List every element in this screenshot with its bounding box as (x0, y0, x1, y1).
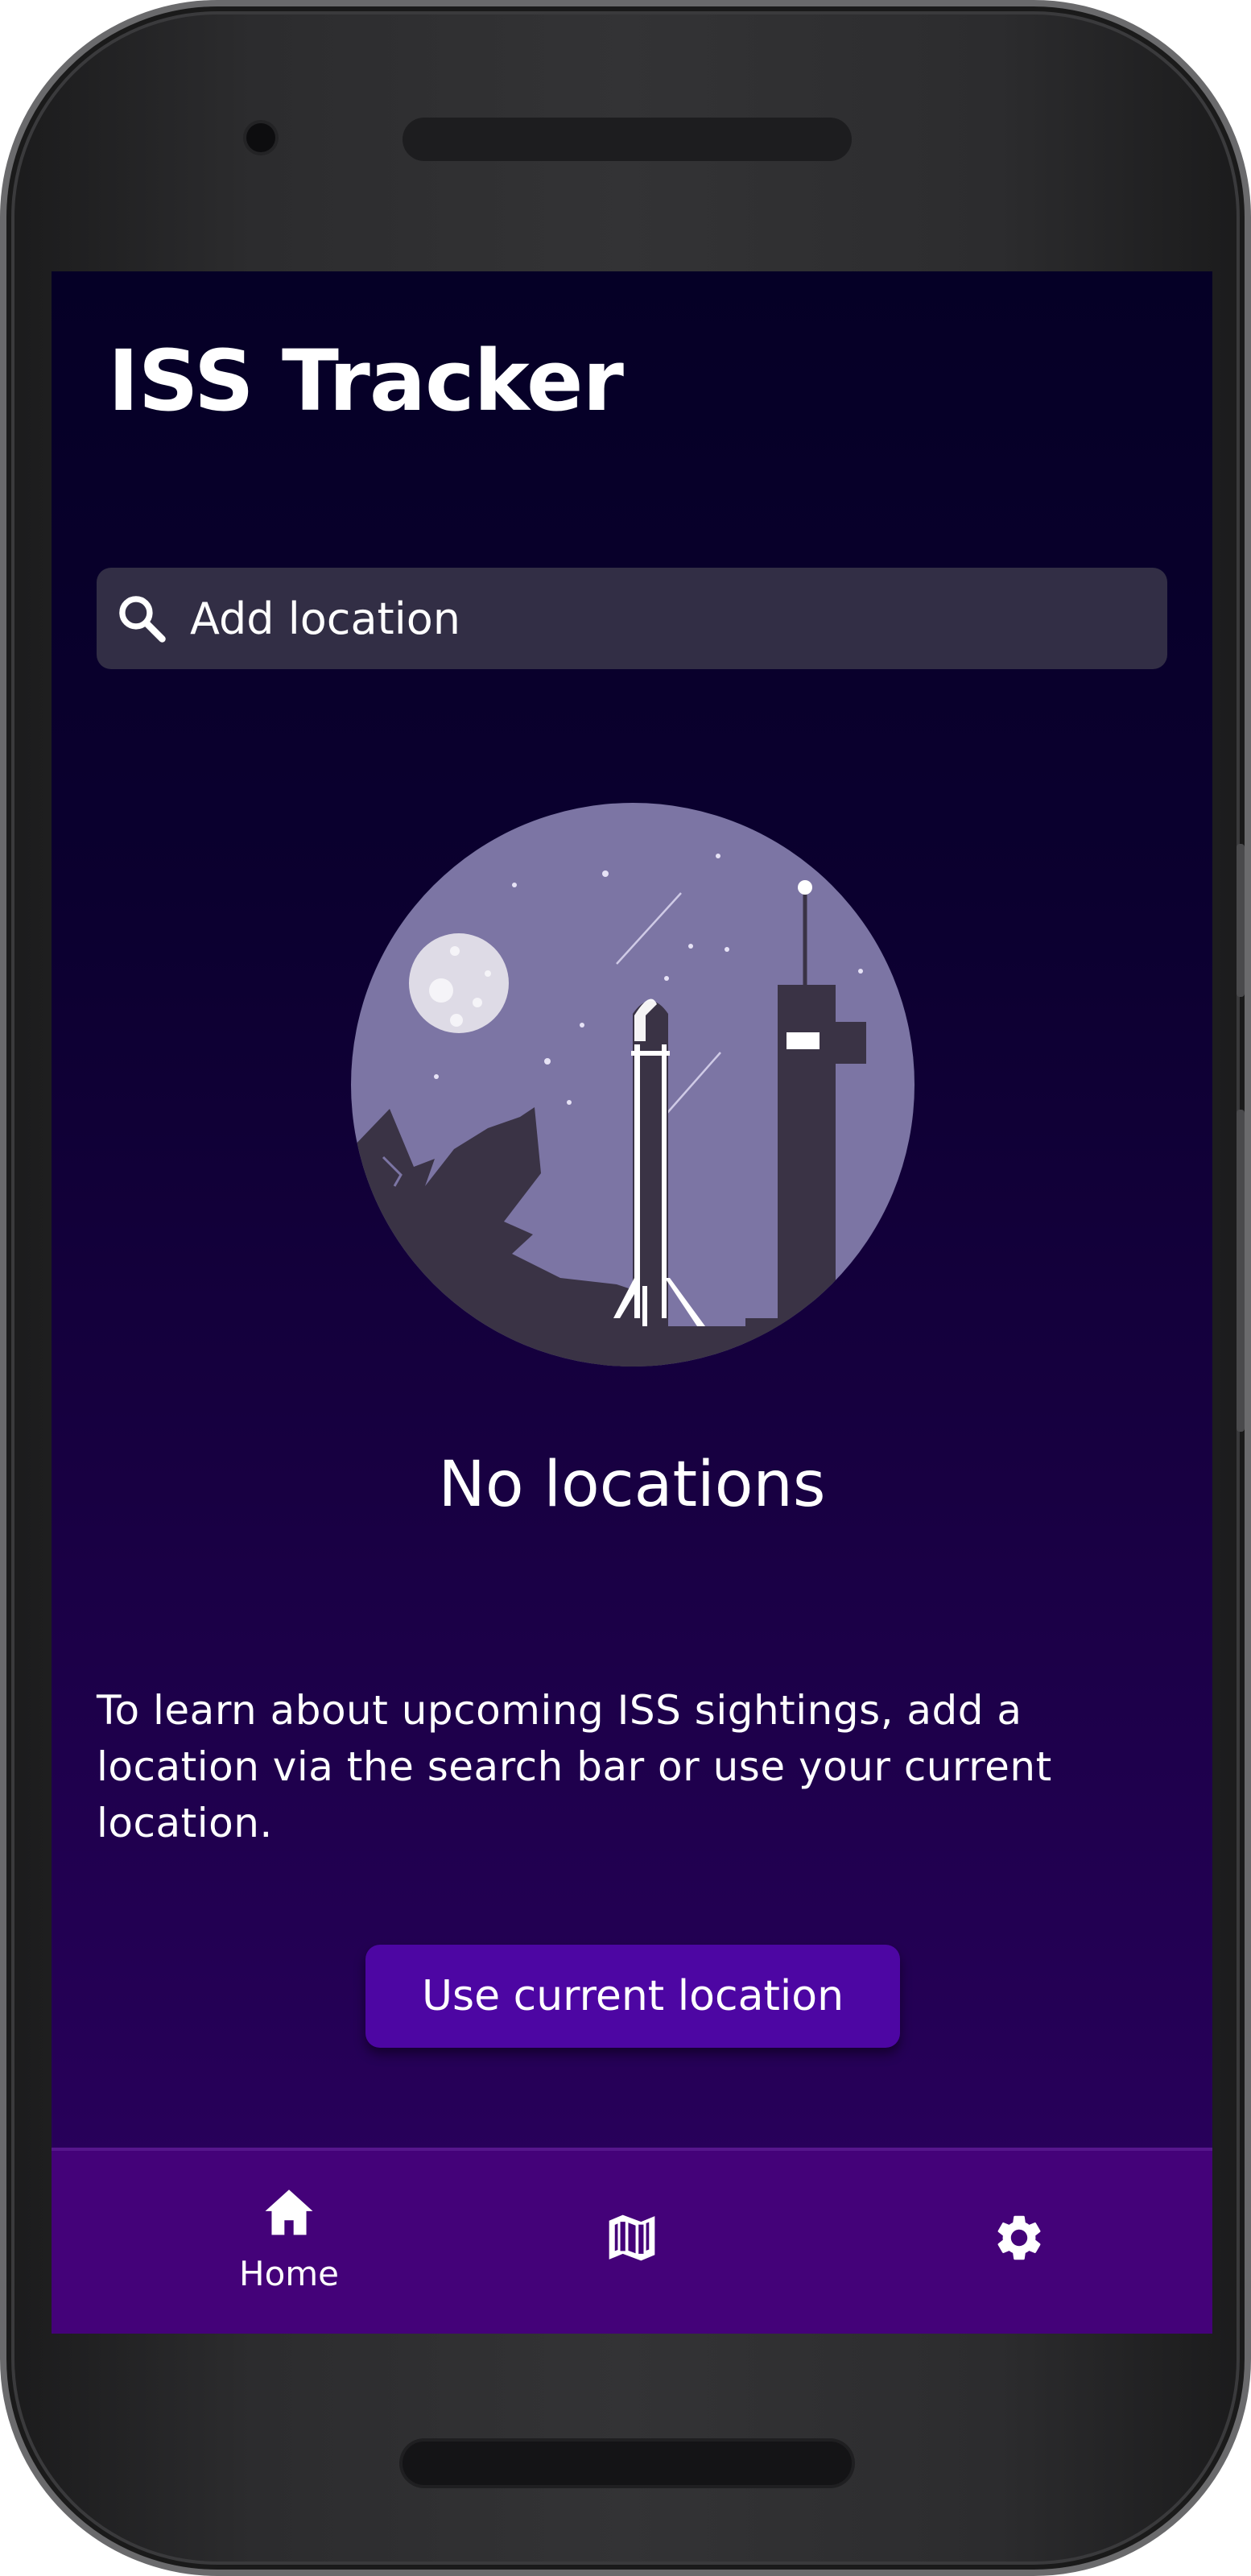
bottom-speaker (403, 2442, 852, 2485)
earpiece-speaker (403, 118, 852, 161)
volume-button (1237, 844, 1245, 997)
nav-item-settings[interactable] (898, 2151, 1140, 2334)
nav-label-home: Home (238, 2254, 340, 2293)
bottom-navigation: Home (52, 2148, 1212, 2334)
empty-state-title: No locations (438, 1449, 826, 1521)
nav-item-map[interactable] (511, 2151, 753, 2334)
gear-icon (997, 2215, 1041, 2260)
app-screen: ISS Tracker Add location No locations To… (52, 271, 1212, 2334)
front-camera (246, 123, 275, 152)
search-icon (119, 596, 166, 643)
search-input[interactable] (190, 568, 1148, 669)
nav-item-home[interactable]: Home (168, 2151, 410, 2334)
power-button (1237, 1110, 1245, 1432)
rocket-illustration (351, 803, 915, 1367)
empty-state-description: To learn about upcoming ISS sightings, a… (97, 1687, 1052, 1846)
phone-frame: ISS Tracker Add location No locations To… (0, 0, 1251, 2576)
home-icon (265, 2189, 313, 2235)
app-title: ISS Tracker (108, 332, 624, 430)
map-icon (609, 2214, 655, 2261)
search-bar[interactable] (97, 568, 1167, 669)
use-current-location-button[interactable]: Use current location (365, 1945, 900, 2048)
